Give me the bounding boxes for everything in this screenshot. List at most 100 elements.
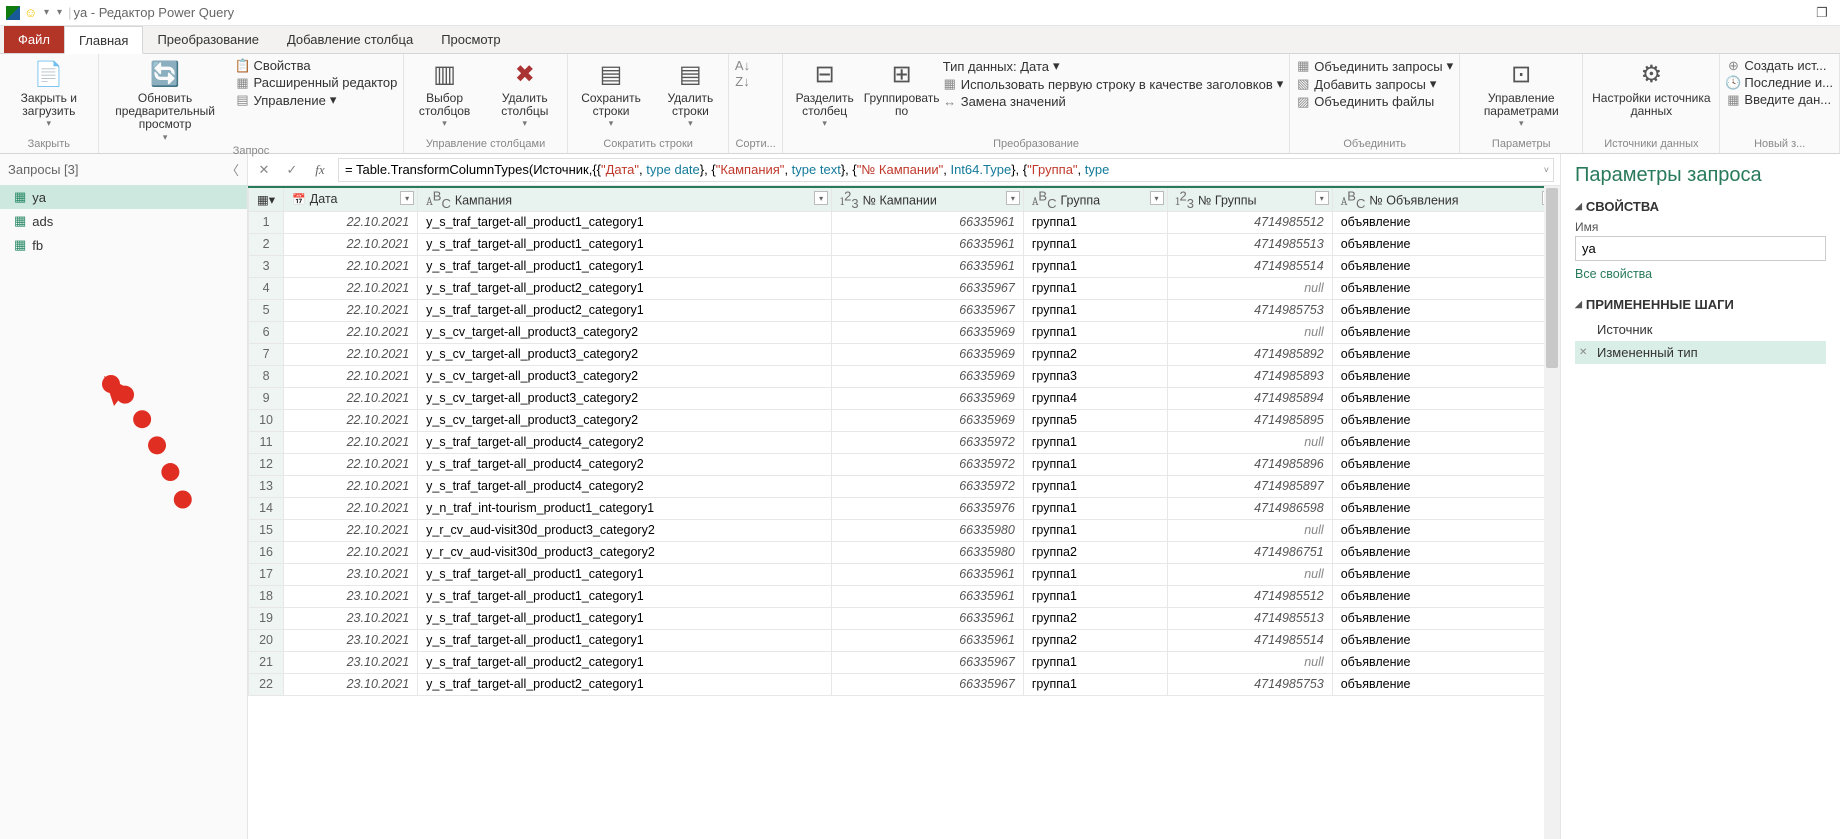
cell[interactable]: 4714985514 [1167, 629, 1332, 651]
cell[interactable]: 22.10.2021 [284, 519, 418, 541]
row-number[interactable]: 22 [249, 673, 284, 695]
fx-icon[interactable]: fx [310, 162, 330, 178]
cell[interactable]: null [1167, 651, 1332, 673]
cell[interactable]: null [1167, 563, 1332, 585]
cell[interactable]: 4714986598 [1167, 497, 1332, 519]
cell[interactable]: y_r_cv_aud-visit30d_product3_category2 [418, 541, 832, 563]
cell[interactable]: 22.10.2021 [284, 343, 418, 365]
cell[interactable]: 22.10.2021 [284, 453, 418, 475]
collapse-queries-icon[interactable]: 〈 [226, 160, 239, 179]
cell[interactable]: 66335961 [832, 607, 1024, 629]
data-grid[interactable]: ▦▾📅Дата▾ABCКампания▾123№ Кампании▾ABCГру… [248, 186, 1560, 839]
cell[interactable]: группа2 [1023, 541, 1167, 563]
cell[interactable]: 4714985513 [1167, 607, 1332, 629]
row-number[interactable]: 9 [249, 387, 284, 409]
cell[interactable]: 22.10.2021 [284, 497, 418, 519]
cell[interactable]: 22.10.2021 [284, 211, 418, 233]
cell[interactable]: 23.10.2021 [284, 629, 418, 651]
cell[interactable]: объявление [1332, 299, 1559, 321]
corner-cell[interactable]: ▦▾ [249, 187, 284, 211]
group-by-button[interactable]: ⊞Группировать по [871, 58, 933, 118]
cell[interactable]: группа1 [1023, 255, 1167, 277]
cell[interactable]: y_s_traf_target-all_product4_category2 [418, 475, 832, 497]
formula-cancel-button[interactable]: ✕ [254, 162, 274, 178]
column-filter-icon[interactable]: ▾ [1006, 191, 1020, 205]
row-number[interactable]: 21 [249, 651, 284, 673]
cell[interactable]: y_s_traf_target-all_product1_category1 [418, 211, 832, 233]
cell[interactable]: 4714985892 [1167, 343, 1332, 365]
cell[interactable]: y_s_traf_target-all_product1_category1 [418, 233, 832, 255]
append-queries-button[interactable]: ▧Добавить запросы ▾ [1296, 76, 1453, 92]
cell[interactable]: 4714985513 [1167, 233, 1332, 255]
cell[interactable]: группа1 [1023, 651, 1167, 673]
cell[interactable]: объявление [1332, 255, 1559, 277]
cell[interactable]: 23.10.2021 [284, 651, 418, 673]
tab-transform[interactable]: Преобразование [143, 26, 273, 53]
row-number[interactable]: 16 [249, 541, 284, 563]
cell[interactable]: 66335972 [832, 431, 1024, 453]
manage-button[interactable]: ▤Управление ▾ [236, 92, 398, 108]
row-number[interactable]: 4 [249, 277, 284, 299]
cell[interactable]: объявление [1332, 321, 1559, 343]
cell[interactable]: объявление [1332, 673, 1559, 695]
row-number[interactable]: 7 [249, 343, 284, 365]
cell[interactable]: 4714986751 [1167, 541, 1332, 563]
cell[interactable]: 23.10.2021 [284, 607, 418, 629]
cell[interactable]: 66335967 [832, 673, 1024, 695]
vertical-scrollbar[interactable] [1544, 186, 1560, 839]
row-number[interactable]: 10 [249, 409, 284, 431]
cell[interactable]: группа5 [1023, 409, 1167, 431]
cell[interactable]: y_s_cv_target-all_product3_category2 [418, 409, 832, 431]
replace-values-button[interactable]: ↔Замена значений [943, 94, 1284, 109]
cell[interactable]: 4714985753 [1167, 299, 1332, 321]
row-number[interactable]: 18 [249, 585, 284, 607]
cell[interactable]: 66335967 [832, 277, 1024, 299]
row-number[interactable]: 1 [249, 211, 284, 233]
properties-button[interactable]: 📋Свойства [236, 58, 398, 73]
all-properties-link[interactable]: Все свойства [1575, 267, 1826, 281]
cell[interactable]: объявление [1332, 431, 1559, 453]
cell[interactable]: 22.10.2021 [284, 365, 418, 387]
cell[interactable]: объявление [1332, 233, 1559, 255]
cell[interactable]: y_s_traf_target-all_product4_category2 [418, 431, 832, 453]
cell[interactable]: объявление [1332, 563, 1559, 585]
cell[interactable]: группа1 [1023, 519, 1167, 541]
column-filter-icon[interactable]: ▾ [814, 191, 828, 205]
cell[interactable]: y_s_cv_target-all_product3_category2 [418, 387, 832, 409]
row-number[interactable]: 6 [249, 321, 284, 343]
cell[interactable]: объявление [1332, 387, 1559, 409]
cell[interactable]: группа1 [1023, 431, 1167, 453]
cell[interactable]: группа1 [1023, 563, 1167, 585]
cell[interactable]: объявление [1332, 365, 1559, 387]
data-source-button[interactable]: ⚙Настройки источника данных [1589, 58, 1713, 118]
tab-view[interactable]: Просмотр [427, 26, 514, 53]
cell[interactable]: y_s_traf_target-all_product2_category1 [418, 277, 832, 299]
row-number[interactable]: 13 [249, 475, 284, 497]
cell[interactable]: 22.10.2021 [284, 277, 418, 299]
cell[interactable]: 4714985897 [1167, 475, 1332, 497]
applied-step[interactable]: ✕Измененный тип [1575, 341, 1826, 364]
cell[interactable]: 66335969 [832, 409, 1024, 431]
row-number[interactable]: 15 [249, 519, 284, 541]
cell[interactable]: 22.10.2021 [284, 409, 418, 431]
formula-input[interactable]: = Table.TransformColumnTypes(Источник,{{… [338, 158, 1554, 182]
quickaccess-dropdown[interactable]: ▾ [44, 7, 49, 18]
cell[interactable]: группа1 [1023, 497, 1167, 519]
row-number[interactable]: 17 [249, 563, 284, 585]
split-column-button[interactable]: ⊟Разделить столбец▾ [789, 58, 861, 129]
cell[interactable]: объявление [1332, 453, 1559, 475]
cell[interactable]: объявление [1332, 519, 1559, 541]
close-load-button[interactable]: 📄 Закрыть и загрузить▾ [6, 58, 92, 129]
column-header[interactable]: 123№ Группы▾ [1167, 187, 1332, 211]
column-header[interactable]: ABC№ Объявления▾ [1332, 187, 1559, 211]
cell[interactable]: группа1 [1023, 299, 1167, 321]
cell[interactable]: 23.10.2021 [284, 673, 418, 695]
data-type-button[interactable]: Тип данных: Дата ▾ [943, 58, 1284, 74]
cell[interactable]: null [1167, 321, 1332, 343]
row-number[interactable]: 3 [249, 255, 284, 277]
cell[interactable]: группа4 [1023, 387, 1167, 409]
query-item[interactable]: ▦fb [0, 233, 247, 257]
cell[interactable]: 4714985514 [1167, 255, 1332, 277]
cell[interactable]: группа1 [1023, 453, 1167, 475]
cell[interactable]: объявление [1332, 277, 1559, 299]
